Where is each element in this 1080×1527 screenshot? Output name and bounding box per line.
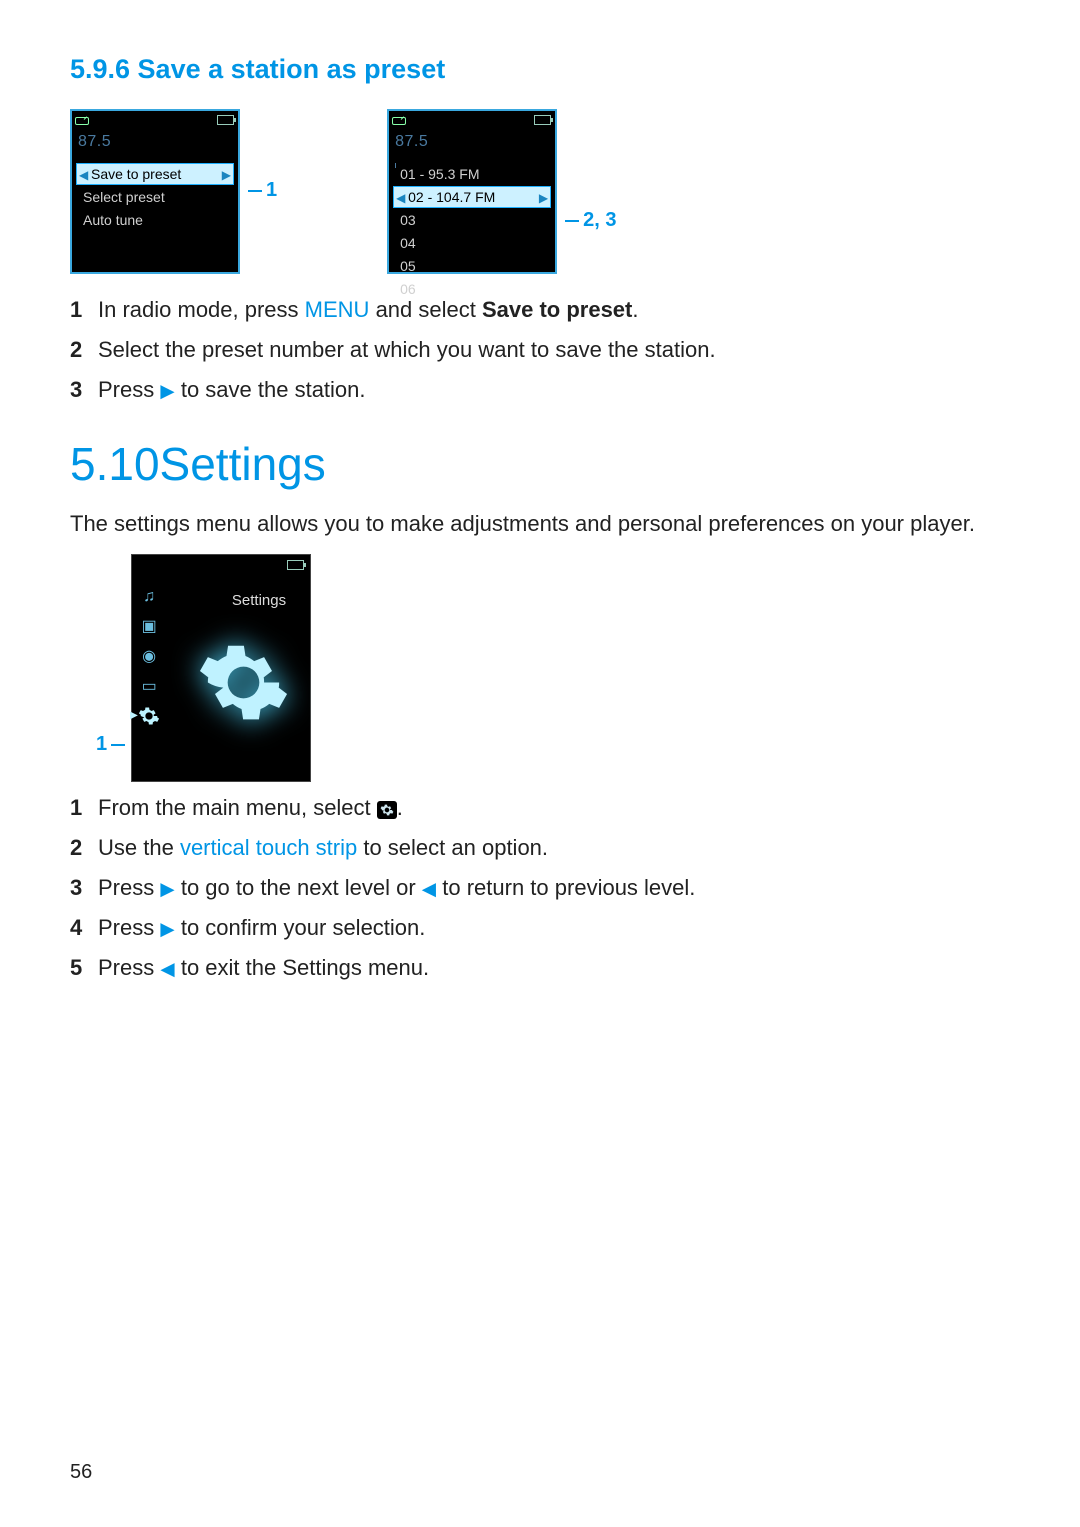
page-number: 56 — [70, 1458, 92, 1487]
callout-1-settings: 1 — [96, 730, 125, 759]
step: Press ▶ to go to the next level or ◀ to … — [70, 872, 1010, 904]
callout-2-3: 2, 3 — [565, 206, 616, 235]
settings-screen: ♫ ▣ ◉ ▭ Settings — [131, 554, 311, 782]
menu-item-auto-tune: Auto tune — [76, 209, 234, 231]
preset-item: 05 — [393, 255, 551, 277]
section-heading: 5.10Settings — [70, 431, 1010, 498]
step: Press ◀ to exit the Settings menu. — [70, 952, 1010, 984]
preset-item: 06 — [393, 278, 551, 300]
settings-screen-figure: 1 ♫ ▣ ◉ ▭ Settings — [104, 554, 1010, 782]
gear-icon-large — [196, 635, 291, 730]
preset-item: 04 — [393, 232, 551, 254]
play-right-icon: ▶ — [160, 918, 174, 939]
frequency-display: 87.5 — [72, 128, 238, 153]
step: Press ▶ to save the station. — [70, 374, 1010, 406]
video-icon: ▣ — [138, 615, 160, 637]
menu-item-select-preset: Select preset — [76, 186, 234, 208]
steps-510: From the main menu, select . Use the ver… — [70, 792, 1010, 983]
battery-icon — [217, 115, 234, 125]
settings-title: Settings — [232, 590, 286, 612]
play-left-icon: ◀ — [422, 878, 436, 899]
radio-screen-preset-list: 87.5 01 - 95.3 FM 02 - 104.7 FM 03 04 05… — [387, 109, 557, 274]
play-right-icon: ▶ — [160, 380, 174, 401]
vertical-touch-strip-link: vertical touch strip — [180, 835, 357, 860]
preset-item: 01 - 95.3 FM — [393, 163, 551, 185]
radio-screen-save-menu: 87.5 Save to preset Select preset Auto t… — [70, 109, 240, 274]
radio-icon: ▭ — [138, 675, 160, 697]
step: From the main menu, select . — [70, 792, 1010, 824]
play-left-icon: ◀ — [160, 958, 174, 979]
radio-icon — [392, 115, 404, 125]
play-right-icon: ▶ — [160, 878, 174, 899]
preset-item-selected: 02 - 104.7 FM — [393, 186, 551, 208]
preset-item: 03 — [393, 209, 551, 231]
menu-item-save-to-preset: Save to preset — [76, 163, 234, 185]
battery-icon — [534, 115, 551, 125]
radio-screens-figure: 87.5 Save to preset Select preset Auto t… — [70, 109, 1010, 274]
battery-icon — [287, 560, 304, 570]
subsection-heading: 5.9.6 Save a station as preset — [70, 50, 1010, 89]
menu-key: MENU — [305, 297, 370, 322]
music-icon: ♫ — [138, 585, 160, 607]
step: Use the vertical touch strip to select a… — [70, 832, 1010, 864]
radio-icon — [75, 115, 87, 125]
step: Select the preset number at which you wa… — [70, 334, 1010, 366]
settings-icon-selected — [138, 705, 160, 727]
photo-icon: ◉ — [138, 645, 160, 667]
callout-1: 1 — [248, 176, 277, 205]
settings-inline-icon — [377, 801, 397, 819]
section-intro: The settings menu allows you to make adj… — [70, 508, 1010, 540]
frequency-display: 87.5 — [389, 128, 555, 153]
step: Press ▶ to confirm your selection. — [70, 912, 1010, 944]
steps-596: In radio mode, press MENU and select Sav… — [70, 294, 1010, 406]
